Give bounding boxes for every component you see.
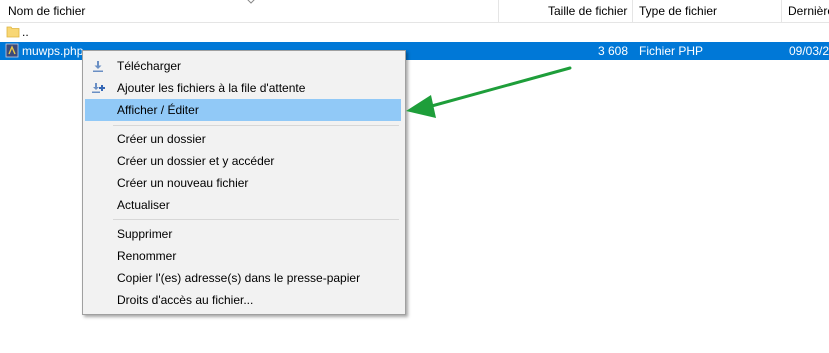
annotation-arrow-icon [406,66,572,118]
